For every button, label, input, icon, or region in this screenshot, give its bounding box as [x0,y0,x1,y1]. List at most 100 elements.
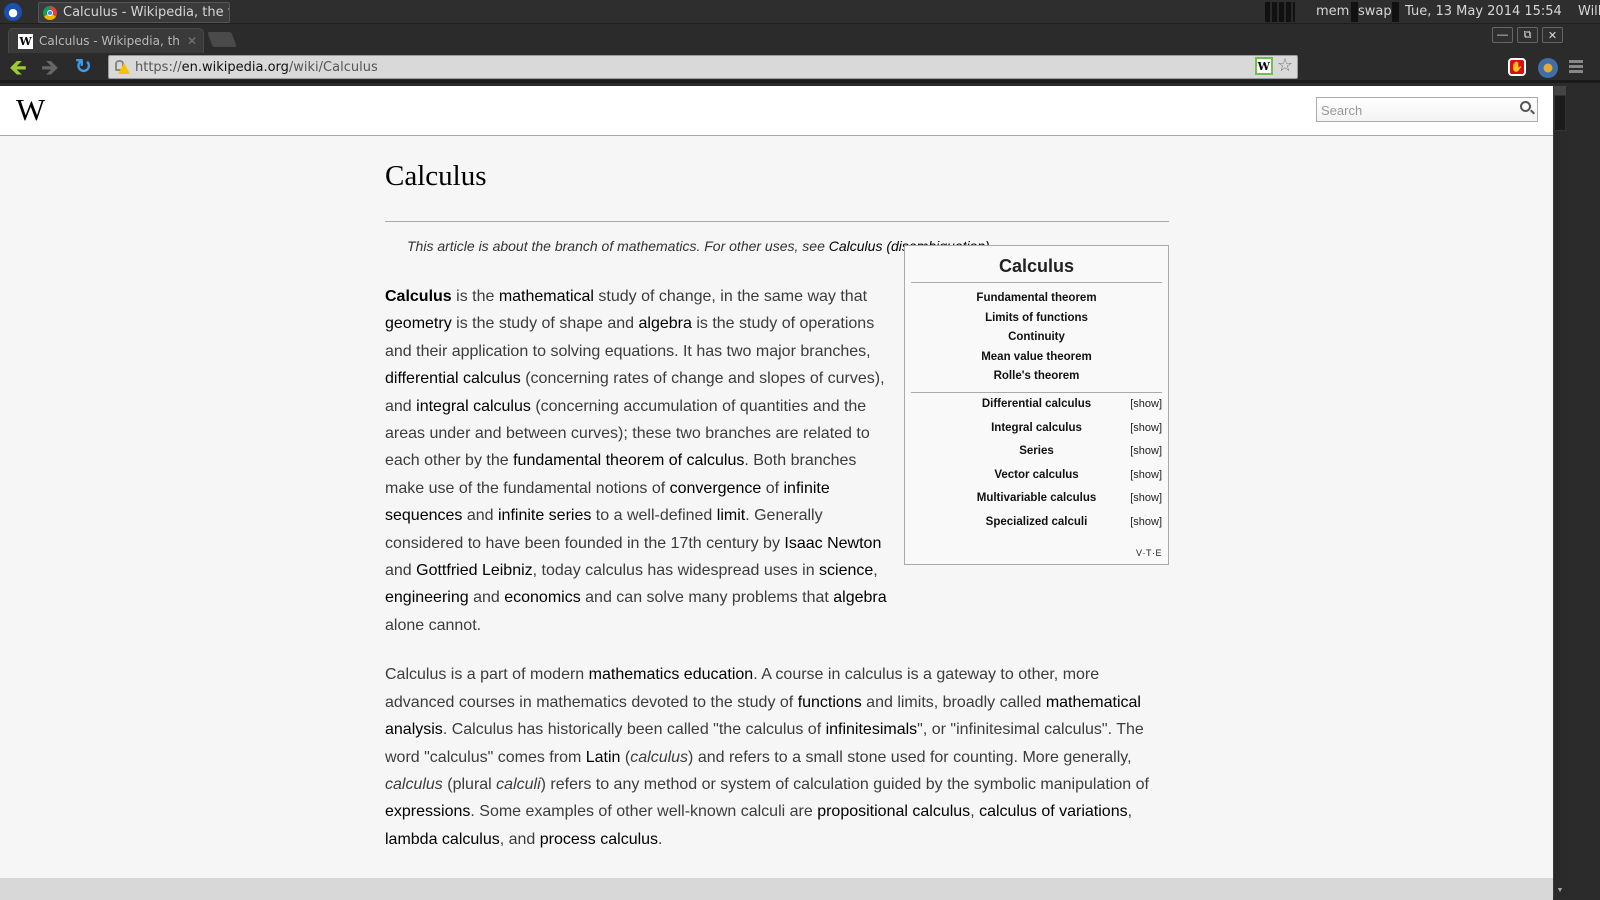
intro-paragraph: Calculus is the mathematical study of ch… [385,288,887,634]
extension-icon[interactable] [1538,58,1558,78]
search-input[interactable]: Search [1316,97,1538,122]
article-link[interactable]: algebra [833,589,886,606]
search-icon[interactable] [1520,101,1531,112]
vertical-scrollbar[interactable] [1553,86,1567,898]
show-toggle[interactable]: [show] [1122,464,1162,488]
scrollbar-thumb[interactable] [1554,95,1566,131]
scroll-up-arrow[interactable] [1554,86,1566,95]
user-name[interactable]: Will [1578,4,1600,19]
forward-button[interactable]: 🡺 [41,57,65,79]
article-link[interactable]: differential calculus [385,370,521,387]
infobox-section-label: Integral calculus [991,421,1082,434]
page-viewport: W Search Calculus This article is about … [0,86,1579,898]
show-toggle[interactable]: [show] [1122,393,1162,417]
article-link[interactable]: fundamental theorem of calculus [513,452,744,469]
infobox-link[interactable]: Fundamental theorem [911,289,1162,309]
insecure-lock-icon[interactable] [115,60,130,74]
taskbar-window-title: Calculus - Wikipedia, the fr... [63,5,229,20]
mem-graph [1351,2,1358,22]
article-link[interactable]: mathematics education [589,666,754,683]
app-menu-icon[interactable]: ● [4,3,22,21]
article-link[interactable]: engineering [385,589,469,606]
browser-tab[interactable]: W Calculus - Wikipedia, the fr ✕ [8,28,204,53]
infobox-section: Vector calculus [show] [911,464,1162,488]
close-tab-icon[interactable]: ✕ [187,34,197,48]
infobox-calculus: Calculus Fundamental theorem Limits of f… [904,245,1169,565]
infobox-title: Calculus [911,256,1162,283]
cpu-graph [1265,2,1295,22]
article-link[interactable]: Gottfried Leibniz [416,562,533,579]
article-link[interactable]: lambda calculus [385,831,500,848]
article-link[interactable]: infinite sequences [385,480,830,524]
wikipedia-extension-icon[interactable]: W [1254,57,1273,75]
article-link[interactable]: geometry [385,315,452,332]
search-placeholder: Search [1321,103,1363,118]
taskbar-window-button[interactable]: Calculus - Wikipedia, the fr... [38,2,230,23]
article-link[interactable]: Isaac Newton [784,535,881,552]
article-link[interactable]: limit [717,507,745,524]
article-link[interactable]: integral calculus [416,398,531,415]
show-toggle[interactable]: [show] [1122,511,1162,535]
mem-label: mem [1316,4,1350,19]
close-window-button[interactable]: ✕ [1542,27,1563,43]
minimize-button[interactable]: — [1492,27,1513,43]
article-link[interactable]: functions [798,694,862,711]
article-link[interactable]: convergence [670,480,762,497]
reload-button[interactable]: ↻ [75,56,97,78]
wikipedia-logo[interactable]: W [16,92,45,128]
infobox-section-label: Series [1019,445,1054,458]
show-toggle[interactable]: [show] [1122,417,1162,441]
chrome-icon [43,5,57,20]
horizontal-scrollbar[interactable] [0,878,1553,900]
infobox-link[interactable]: Mean value theorem [911,348,1162,368]
hatnote-text: This article is about the branch of math… [407,238,829,254]
article-link[interactable]: mathematical [499,288,594,305]
scroll-down-arrow[interactable]: ▼ [1554,887,1566,896]
browser-toolbar: 🡸 🡺 ↻ https://en.wikipedia.org/wiki/Calc… [0,53,1600,83]
infobox-link[interactable]: Limits of functions [911,309,1162,329]
show-toggle[interactable]: [show] [1122,487,1162,511]
infobox-section-label: Differential calculus [981,397,1092,410]
maximize-button[interactable]: ⧉ [1517,27,1538,43]
infobox-link[interactable]: Continuity [911,328,1162,348]
clock[interactable]: Tue, 13 May 2014 15:54 [1405,4,1575,19]
article-link[interactable]: calculus of variations [979,803,1128,820]
article-link[interactable]: science [819,562,873,579]
infobox-section-label: Vector calculus [994,468,1079,481]
show-toggle[interactable]: [show] [1122,440,1162,464]
back-button[interactable]: 🡸 [9,57,33,79]
bookmark-star-icon[interactable]: ☆ [1277,57,1293,75]
address-bar[interactable]: https://en.wikipedia.org/wiki/Calculus W… [108,55,1298,79]
wiki-header: W Search [0,86,1579,136]
url-path: /wiki/Calculus [288,59,378,75]
url-domain: en.wikipedia.org [181,59,289,75]
italic-term: calculi [496,775,541,793]
window-edge [1567,86,1600,900]
infobox-section: Specialized calculi [show] [911,511,1162,535]
infobox-top-links: Fundamental theorem Limits of functions … [911,289,1162,393]
article-link[interactable]: process calculus [540,831,658,848]
article-content: Calculus This article is about the branc… [385,136,1169,853]
article-link[interactable]: mathematical analysis [385,694,1141,738]
article-link[interactable]: expressions [385,803,470,820]
chrome-menu-icon[interactable] [1569,60,1583,74]
adblock-extension-icon[interactable]: ✋ [1508,58,1526,76]
swap-label: swap [1358,4,1392,19]
infobox-section-label: Specialized calculi [985,515,1088,528]
infobox-link[interactable]: Rolle's theorem [911,367,1162,387]
tab-title: Calculus - Wikipedia, the fr [39,34,179,48]
second-paragraph: Calculus is a part of modern mathematics… [385,666,1149,848]
article-link[interactable]: infinite series [498,507,591,524]
infobox-section: Series [show] [911,440,1162,464]
view-talk-edit-links[interactable]: V·T·E [1136,548,1162,558]
swap-graph [1392,2,1399,22]
wikipedia-favicon: W [18,33,33,49]
article-link[interactable]: infinitesimals [826,721,918,738]
infobox-section: Integral calculus [show] [911,417,1162,441]
new-tab-button[interactable] [207,32,237,47]
article-link[interactable]: economics [504,589,580,606]
infobox-section: Differential calculus [show] [911,393,1162,417]
article-link[interactable]: Latin [586,749,621,766]
article-link[interactable]: algebra [639,315,692,332]
article-link[interactable]: propositional calculus [817,803,970,820]
